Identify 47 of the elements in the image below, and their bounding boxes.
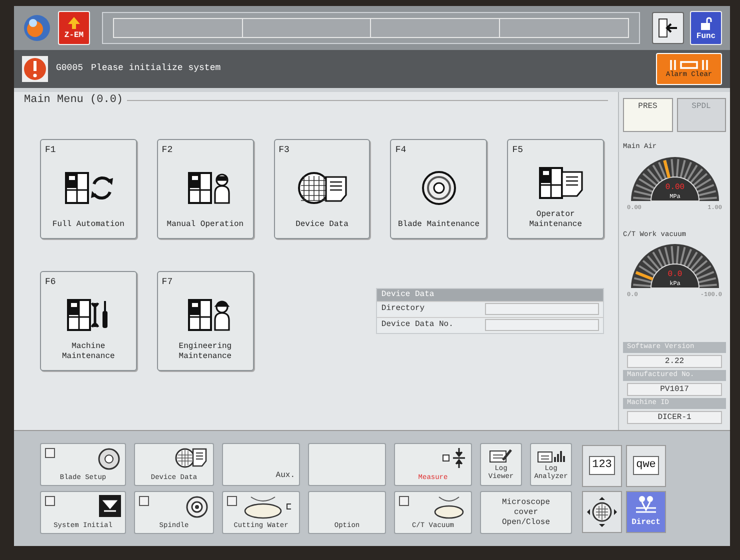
log-pen-icon <box>489 448 513 464</box>
log-chart-icon <box>537 448 565 464</box>
menu-tile[interactable]: F3 Device Data <box>274 138 370 238</box>
checkbox[interactable] <box>45 496 55 506</box>
wafer-arrows-icon <box>586 496 618 528</box>
height-measure-icon <box>441 447 467 469</box>
logo-sphere-icon <box>22 13 52 43</box>
function-button[interactable]: Microscope cover Open/Close <box>480 491 572 534</box>
alarm-code: G0005 <box>56 62 84 76</box>
checkbox[interactable] <box>227 496 237 506</box>
menu-tile[interactable]: F1 Full Automation <box>40 138 137 238</box>
row-label: Directory <box>380 303 426 315</box>
warning-icon <box>22 56 48 82</box>
wafer-document-icon <box>173 447 209 469</box>
z-em-button[interactable]: Z-EM <box>58 11 90 45</box>
gauge-reading: 0.00 <box>664 182 684 192</box>
menu-tile[interactable]: F2 Manual Operation <box>156 138 254 238</box>
text-keypad-button[interactable]: qwe <box>626 444 666 486</box>
menu-tile[interactable]: F6 Machine Maintenance <box>40 270 137 370</box>
row-label: Device Data No. <box>380 319 454 331</box>
direct-button[interactable]: Direct <box>626 490 666 532</box>
navigation-button[interactable] <box>582 490 622 532</box>
spindle-icon <box>185 495 209 519</box>
info-value: PV1017 <box>627 383 722 396</box>
info-value: 2.22 <box>627 355 722 368</box>
alarm-message: Please initialize system <box>91 62 222 76</box>
button-label: Aux. <box>276 470 295 482</box>
panel-title: Main Menu (0.0) <box>24 93 124 108</box>
checkbox[interactable] <box>139 496 149 506</box>
checkbox[interactable] <box>45 448 55 458</box>
func-button[interactable]: Func <box>690 11 722 45</box>
panel-arrow-icon <box>657 17 679 39</box>
menu-tile[interactable]: F5 Operator Maintenance <box>507 138 604 238</box>
blade-disc-icon <box>97 447 121 471</box>
numeric-keypad-button[interactable]: 123 <box>582 444 622 486</box>
checkbox[interactable] <box>399 496 409 506</box>
button-label: Microscope cover Open/Close <box>500 498 551 528</box>
up-arrow-icon <box>67 16 81 30</box>
exit-button[interactable] <box>652 12 684 44</box>
gauge-reading: 0.0 <box>667 270 682 279</box>
table-title: Device Data <box>377 288 603 300</box>
menu-tile[interactable]: F7 Engineering Maintenance <box>156 270 254 370</box>
unlocked-padlock-icon <box>699 17 713 31</box>
info-value: DICER-1 <box>627 411 722 424</box>
panel-tab[interactable]: PRES <box>623 98 672 132</box>
menu-tile[interactable]: F4 Blade Maintenance <box>390 138 488 238</box>
function-button[interactable]: Aux. <box>222 443 300 486</box>
